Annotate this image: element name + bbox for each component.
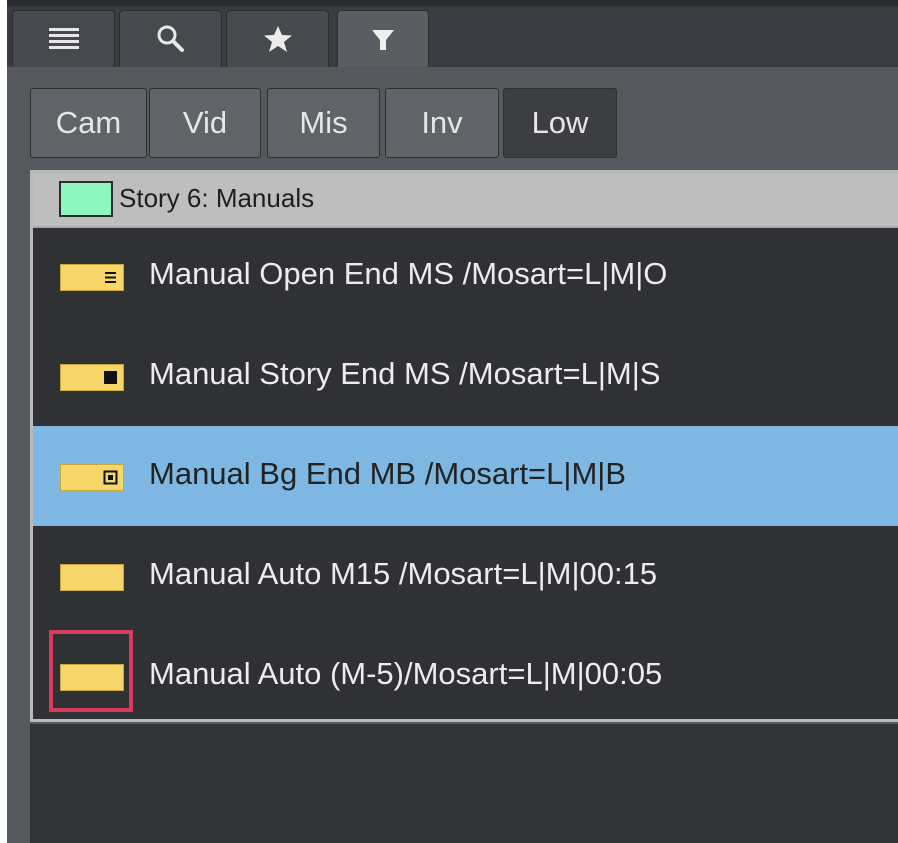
left-edge [0, 0, 7, 843]
auto-icon [60, 564, 124, 591]
bg-end-icon [60, 464, 124, 491]
list-item-label: Manual Bg End MB /Mosart=L|M|B [149, 456, 627, 491]
template-list: Story 6: Manuals Manual Open End MS /Mos… [30, 170, 898, 722]
filter-button-inv[interactable]: Inv [385, 88, 499, 158]
story-color-swatch [59, 181, 113, 217]
app-window: Cam Vid Mis Inv Low Story 6: Manuals Man… [0, 0, 898, 843]
bottom-panel [30, 724, 898, 843]
list-item-label: Manual Auto M15 /Mosart=L|M|00:15 [149, 556, 658, 591]
filter-button-cam[interactable]: Cam [30, 88, 147, 158]
tab-strip-top-rule [7, 0, 898, 6]
filter-button-low[interactable]: Low [503, 88, 617, 158]
story-header[interactable]: Story 6: Manuals [33, 173, 898, 228]
highlight-box [49, 630, 133, 712]
list-item[interactable]: Manual Open End MS /Mosart=L|M|O [33, 226, 898, 326]
filter-button-vid[interactable]: Vid [149, 88, 261, 158]
open-end-icon [60, 264, 124, 291]
list-item-selected[interactable]: Manual Bg End MB /Mosart=L|M|B [33, 426, 898, 526]
search-icon [155, 23, 187, 55]
list-item-label: Manual Open End MS /Mosart=L|M|O [149, 256, 668, 291]
story-end-icon [60, 364, 124, 391]
tab-search[interactable] [119, 10, 222, 67]
star-icon [262, 23, 294, 55]
tab-list[interactable] [12, 10, 115, 67]
list-item-label: Manual Auto (M-5)/Mosart=L|M|00:05 [149, 656, 663, 691]
list-item-label: Manual Story End MS /Mosart=L|M|S [149, 356, 661, 391]
list-item[interactable]: Manual Story End MS /Mosart=L|M|S [33, 326, 898, 426]
filter-icon [369, 26, 397, 54]
tab-filter[interactable] [337, 10, 429, 68]
filter-button-mis[interactable]: Mis [267, 88, 380, 158]
list-item[interactable]: Manual Auto M15 /Mosart=L|M|00:15 [33, 526, 898, 626]
story-title: Story 6: Manuals [119, 183, 315, 213]
tab-strip [7, 0, 898, 68]
list-item[interactable]: Manual Auto (M-5)/Mosart=L|M|00:05 [33, 626, 898, 726]
list-icon [47, 26, 81, 52]
tab-favorites[interactable] [226, 10, 329, 67]
